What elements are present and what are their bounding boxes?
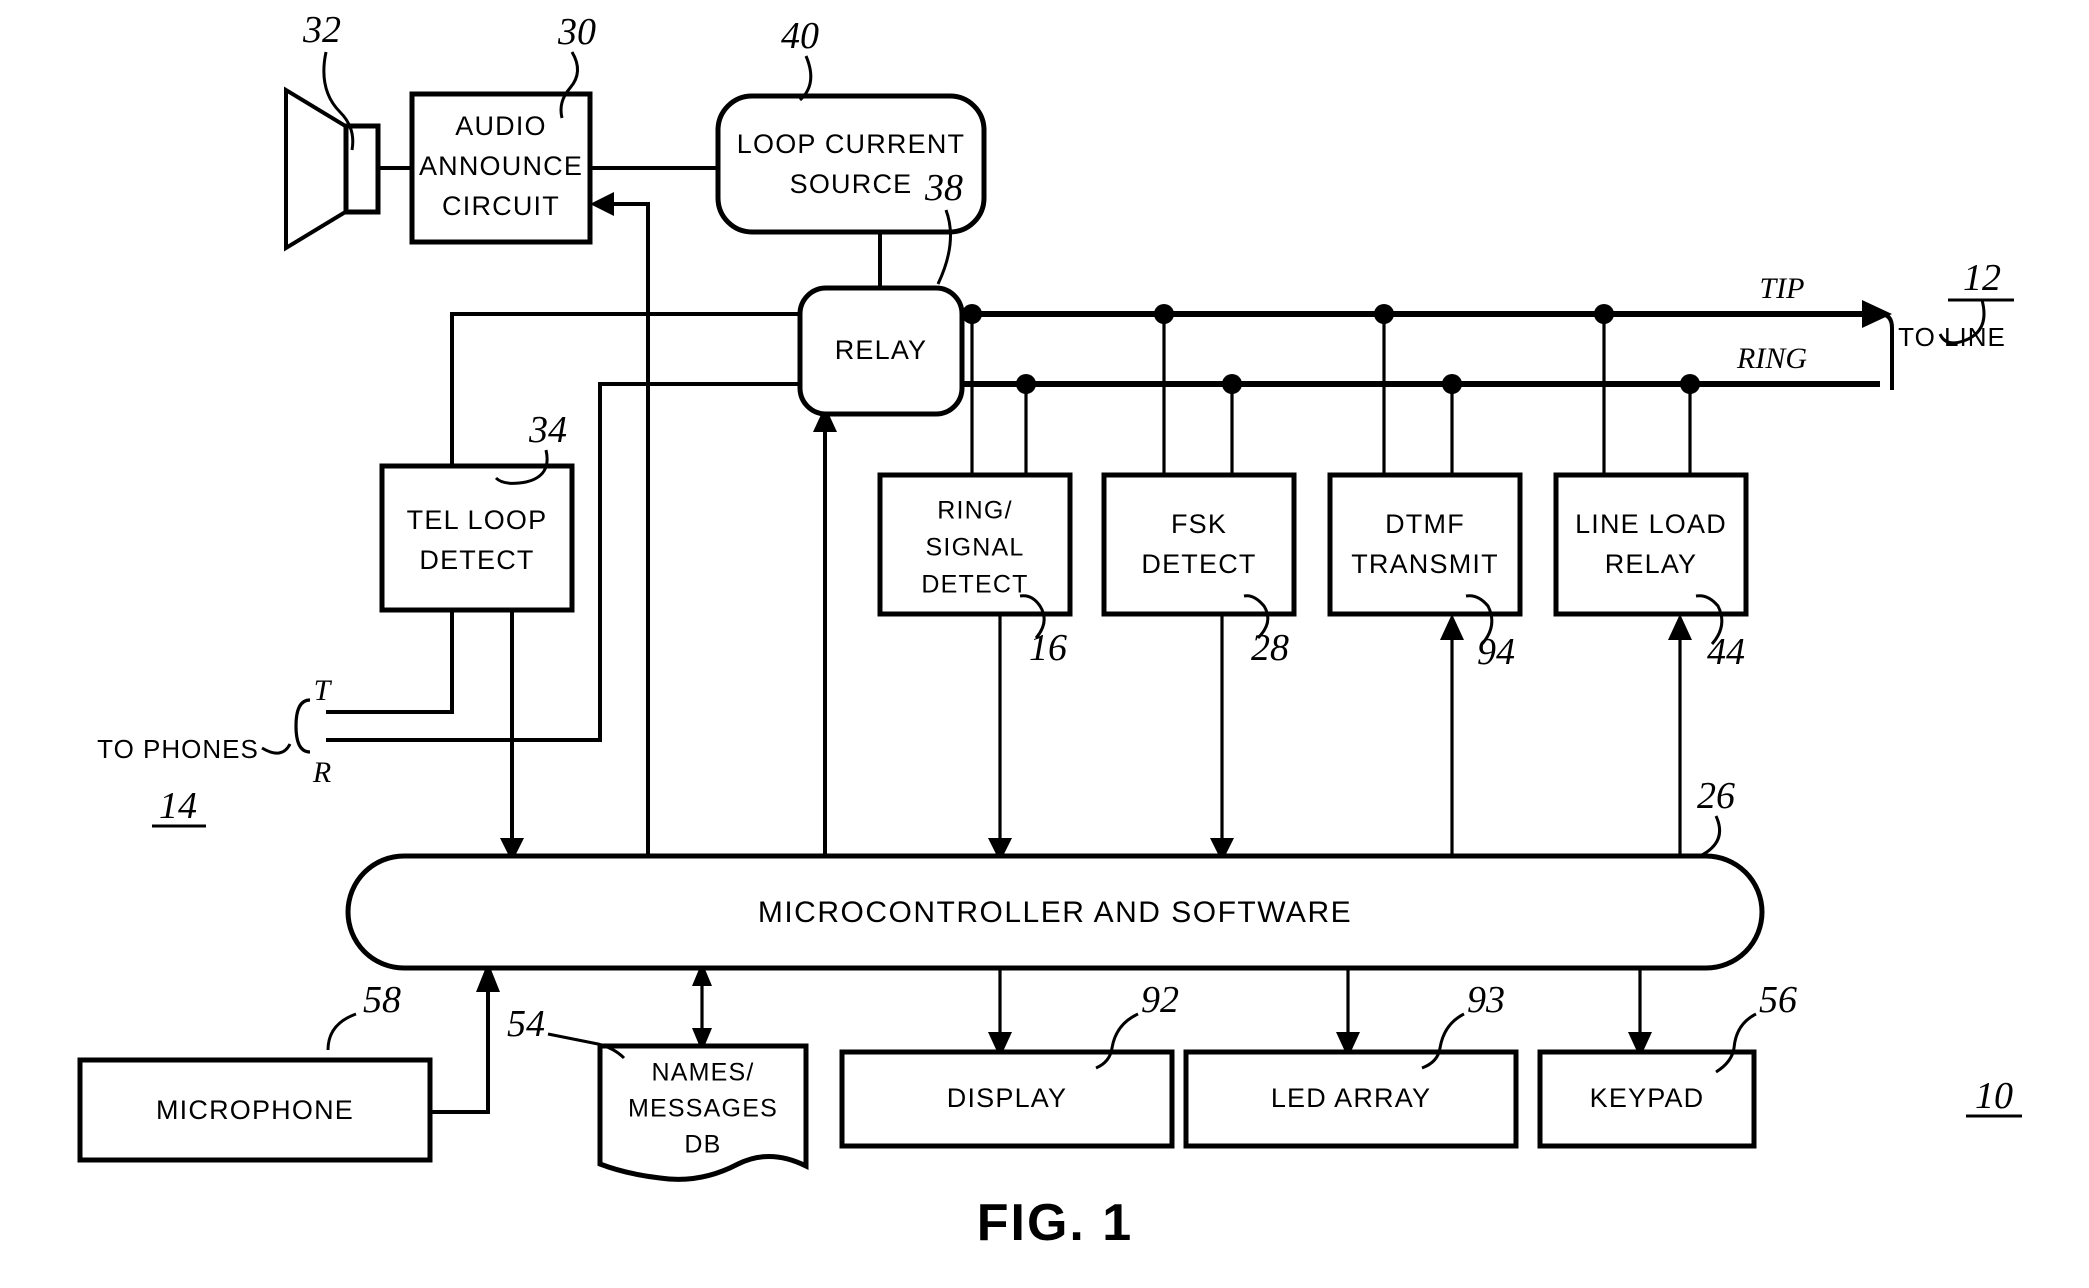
block-loop-current-source[interactable]: LOOP CURRENT SOURCE: [715, 93, 987, 235]
junction-dot-5: [1374, 304, 1394, 324]
audio-announce-arrowhead: [590, 192, 614, 216]
dtmf-transmit-box[interactable]: [1327, 472, 1523, 617]
ring-signal-line-2: SIGNAL: [926, 534, 1025, 562]
ref-54: 54: [507, 1003, 545, 1045]
label-terminal-r: R: [312, 756, 331, 789]
block-display[interactable]: DISPLAY: [839, 1049, 1175, 1149]
fsk-line-2: DETECT: [1141, 549, 1256, 579]
ref-12: 12: [1963, 257, 2001, 299]
block-microcontroller[interactable]: MICROCONTROLLER AND SOFTWARE: [345, 853, 1765, 971]
microcontroller-label: MICROCONTROLLER AND SOFTWARE: [758, 896, 1352, 929]
fsk-line-1: FSK: [1171, 509, 1227, 539]
ref-58: 58: [363, 979, 401, 1021]
junction-dot-1: [962, 304, 982, 324]
relay-tip-to-tel-loop: [450, 312, 805, 466]
loop-current-source-box[interactable]: [715, 93, 987, 235]
line-load-relay-box[interactable]: [1553, 472, 1749, 617]
db-line-3: DB: [684, 1131, 721, 1159]
dtmf-arrowhead: [1440, 614, 1464, 640]
block-fsk-detect[interactable]: FSK DETECT: [1101, 472, 1297, 617]
tel-loop-line-2: DETECT: [419, 545, 534, 575]
tel-loop-detect-box[interactable]: [379, 463, 575, 613]
ref-14: 14: [159, 785, 197, 827]
fsk-detect-box[interactable]: [1101, 472, 1297, 617]
label-to-phones: TO PHONES: [97, 734, 259, 764]
block-audio-announce-circuit[interactable]: AUDIO ANNOUNCE CIRCUIT: [409, 91, 593, 245]
mcu-to-audio-announce: [600, 202, 650, 856]
junction-dot-7: [1594, 304, 1614, 324]
ref-40: 40: [781, 15, 819, 57]
ref-32: 32: [302, 9, 341, 51]
tip-ring-bracket: [1855, 312, 1894, 390]
to-phones-bracket: [294, 698, 311, 754]
ref-93: 93: [1467, 979, 1505, 1021]
ref-94: 94: [1477, 631, 1515, 673]
tip-to-phones-t: [326, 610, 454, 714]
ref-10-system: 10: [1975, 1075, 2013, 1117]
label-to-line: TO LINE: [1898, 322, 2006, 352]
block-microphone[interactable]: MICROPHONE: [77, 1057, 433, 1163]
ref-16: 16: [1029, 627, 1067, 669]
ring-signal-line-1: RING/: [937, 497, 1012, 525]
junction-dot-3: [1154, 304, 1174, 324]
label-ring: RING: [1736, 342, 1807, 375]
ref-38: 38: [924, 167, 963, 209]
junction-dot-8: [1680, 374, 1700, 394]
lead-26: [1699, 815, 1721, 858]
junction-dot-6: [1442, 374, 1462, 394]
to-phones-leader: [261, 743, 292, 755]
relay-ring-left: [598, 382, 805, 466]
loop-current-line-2: SOURCE: [790, 169, 913, 199]
ref-26: 26: [1697, 775, 1735, 817]
block-led-array[interactable]: LED ARRAY: [1183, 1049, 1519, 1149]
tip-arrowhead: [1862, 300, 1892, 328]
ring-signal-line-3: DETECT: [921, 571, 1028, 599]
block-names-messages-db[interactable]: NAMES/ MESSAGES DB: [597, 1043, 809, 1182]
db-line-1: NAMES/: [651, 1059, 754, 1087]
patent-figure-page: AUDIO ANNOUNCE CIRCUIT LOOP CURRENT SOUR…: [0, 0, 2089, 1288]
junction-dot-4: [1222, 374, 1242, 394]
audio-announce-line-3: CIRCUIT: [442, 191, 560, 221]
block-dtmf-transmit[interactable]: DTMF TRANSMIT: [1327, 472, 1523, 617]
dtmf-line-2: TRANSMIT: [1351, 549, 1499, 579]
junction-dot-2: [1016, 374, 1036, 394]
ref-56: 56: [1759, 979, 1797, 1021]
ref-92: 92: [1141, 979, 1179, 1021]
line-load-line-1: LINE LOAD: [1575, 509, 1727, 539]
label-tip: TIP: [1760, 272, 1805, 305]
figure-caption: FIG. 1: [977, 1194, 1133, 1252]
relay-label: RELAY: [835, 335, 928, 365]
ref-44: 44: [1707, 631, 1745, 673]
lead-40: [798, 55, 813, 102]
ref-28: 28: [1251, 627, 1289, 669]
microphone-label: MICROPHONE: [156, 1095, 354, 1125]
label-terminal-t: T: [314, 674, 333, 707]
db-line-2: MESSAGES: [628, 1095, 778, 1123]
display-label: DISPLAY: [947, 1083, 1067, 1113]
block-ring-signal-detect[interactable]: RING/ SIGNAL DETECT: [877, 472, 1073, 617]
audio-announce-line-2: ANNOUNCE: [419, 151, 583, 181]
ref-34: 34: [528, 409, 567, 451]
keypad-label: KEYPAD: [1590, 1083, 1705, 1113]
block-line-load-relay[interactable]: LINE LOAD RELAY: [1553, 472, 1749, 617]
tel-loop-line-1: TEL LOOP: [407, 505, 548, 535]
audio-announce-line-1: AUDIO: [455, 111, 547, 141]
diagram-canvas: AUDIO ANNOUNCE CIRCUIT LOOP CURRENT SOUR…: [77, 9, 2022, 1252]
lead-58: [326, 1012, 357, 1051]
line-load-line-2: RELAY: [1605, 549, 1698, 579]
ref-30: 30: [557, 11, 596, 53]
speaker-symbol: [284, 86, 381, 252]
dtmf-line-1: DTMF: [1385, 509, 1465, 539]
led-array-label: LED ARRAY: [1271, 1083, 1431, 1113]
lineload-arrowhead: [1668, 614, 1692, 640]
loop-current-line-1: LOOP CURRENT: [737, 129, 965, 159]
speaker-magnet: [343, 123, 381, 215]
block-tel-loop-detect[interactable]: TEL LOOP DETECT: [379, 463, 575, 613]
microphone-to-mcu: [430, 972, 490, 1114]
block-relay[interactable]: RELAY: [797, 285, 965, 417]
